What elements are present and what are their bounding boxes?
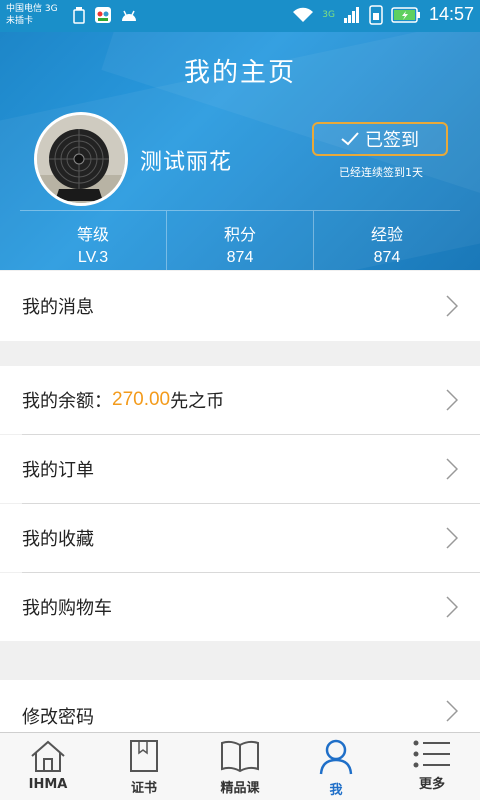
battery-icon	[391, 6, 420, 23]
signal-icon	[343, 6, 359, 23]
stats-bar: 等级 LV.3 积分 874 经验 874	[20, 210, 460, 270]
chevron-right-icon	[446, 700, 458, 722]
status-icons: 3G 14:57	[292, 4, 474, 25]
menu-item-balance[interactable]: 我的余额： 270.00 先之币	[0, 366, 480, 434]
stat-experience[interactable]: 经验 874	[314, 211, 460, 270]
certificate-icon	[130, 740, 158, 772]
chevron-right-icon	[446, 596, 458, 618]
menu-item-cart[interactable]: 我的购物车	[0, 573, 480, 641]
carrier-line1: 中国电信 3G	[6, 4, 58, 14]
checkin-streak: 已经连续签到1天	[339, 166, 423, 179]
stat-value: 874	[226, 249, 254, 266]
tab-certificate[interactable]: 证书	[96, 733, 192, 800]
checkin-button[interactable]: 已签到	[312, 122, 448, 156]
carrier-line2: 未插卡	[6, 16, 34, 26]
profile-header: 我的主页 测试丽花 已签到 已经连续签到1天 等级 LV.3 积分 874 经验…	[0, 32, 480, 270]
sim-icon	[369, 4, 383, 25]
app-notify-icon	[95, 7, 111, 23]
tab-label: 我	[329, 783, 343, 798]
menu-item-label: 我的收藏	[22, 529, 94, 550]
stat-points[interactable]: 积分 874	[167, 211, 314, 270]
chevron-right-icon	[446, 527, 458, 549]
wifi-icon	[293, 7, 314, 22]
tab-me[interactable]: 我	[288, 733, 384, 800]
username: 测试丽花	[140, 150, 233, 175]
person-icon	[319, 739, 353, 775]
menu-item-label: 我的消息	[22, 297, 94, 318]
network-type: 3G	[322, 9, 335, 20]
menu-item-label: 我的订单	[22, 460, 94, 481]
tab-label: IHMA	[28, 777, 68, 792]
menu-item-label: 我的购物车	[22, 598, 112, 619]
tab-label: 证书	[130, 781, 157, 796]
stat-value: 874	[373, 249, 401, 266]
bottom-tab-bar: IHMA 证书 精品课 我 更多	[0, 732, 480, 800]
android-icon	[122, 10, 136, 21]
menu-item-favorites[interactable]: 我的收藏	[0, 504, 480, 572]
menu-item-orders[interactable]: 我的订单	[0, 435, 480, 503]
stat-value: LV.3	[77, 249, 109, 266]
clock: 14:57	[428, 4, 474, 24]
stat-label: 经验	[370, 225, 403, 244]
home-icon	[31, 740, 65, 772]
tab-label: 更多	[418, 777, 445, 792]
balance-unit: 先之币	[170, 391, 225, 412]
checkin-label: 已签到	[365, 130, 419, 151]
status-bar: 中国电信 3G 未插卡 3G 14:57	[0, 0, 480, 32]
notification-icons	[72, 6, 138, 24]
chevron-right-icon	[446, 295, 458, 317]
tab-ihma[interactable]: IHMA	[0, 733, 96, 800]
stat-level[interactable]: 等级 LV.3	[20, 211, 167, 270]
stat-label: 积分	[223, 225, 256, 244]
carrier-info: 中国电信 3G 未插卡	[6, 3, 58, 27]
menu-item-label: 修改密码	[22, 707, 94, 728]
book-icon	[221, 740, 259, 773]
tab-more[interactable]: 更多	[384, 733, 480, 800]
tab-courses[interactable]: 精品课	[192, 733, 288, 800]
chevron-right-icon	[446, 389, 458, 411]
chevron-right-icon	[446, 458, 458, 480]
menu-item-messages[interactable]: 我的消息	[0, 271, 480, 341]
check-icon	[341, 132, 359, 146]
page-title: 我的主页	[183, 58, 296, 88]
clean-icon	[73, 7, 85, 24]
balance-label: 我的余额：	[22, 391, 112, 412]
menu-icon	[413, 740, 450, 768]
tab-label: 精品课	[220, 781, 260, 796]
balance-amount: 270.00	[112, 389, 171, 410]
stat-label: 等级	[76, 225, 109, 244]
avatar[interactable]	[34, 112, 128, 206]
